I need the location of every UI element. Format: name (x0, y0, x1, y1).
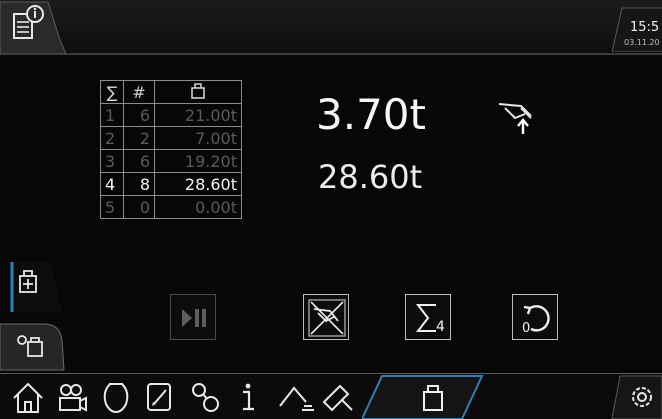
settings-icon (632, 387, 652, 407)
nav-edit[interactable] (140, 376, 180, 418)
sum-icon (415, 304, 436, 332)
row-index: 4 (100, 172, 124, 196)
row-load: 0.00t (154, 195, 242, 219)
nav-settings[interactable] (622, 376, 662, 418)
row-load: 28.60t (154, 172, 242, 196)
sum-button[interactable]: 4 (405, 294, 451, 340)
row-count: 2 (123, 126, 155, 150)
play-pause-icon (182, 309, 206, 327)
info-icon (243, 383, 254, 411)
table-row[interactable]: 2 2 7.00t (100, 126, 242, 150)
home-icon (13, 382, 43, 413)
row-load: 21.00t (154, 103, 242, 127)
reset-button[interactable]: 0 (512, 294, 558, 340)
hook-load-icon (498, 103, 532, 134)
table-header: ∑ # (100, 80, 242, 104)
add-weight-icon[interactable] (0, 262, 62, 312)
camera-icon (59, 384, 87, 412)
top-divider (0, 53, 662, 55)
sum-column-header: ∑ (100, 80, 124, 104)
play-pause-button[interactable] (170, 294, 216, 340)
row-index: 1 (100, 103, 124, 127)
clock-time: 15:5 (630, 20, 660, 35)
row-load: 19.20t (154, 149, 242, 173)
total-load-value: 28.60t (318, 158, 423, 196)
nav-gears[interactable] (186, 376, 226, 418)
row-count: 6 (123, 149, 155, 173)
table-row-active[interactable]: 4 8 28.60t (100, 172, 242, 196)
clock-date: 03.11.20 (624, 38, 660, 47)
reset-button-index: 0 (522, 321, 531, 336)
nav-weight[interactable] (414, 376, 454, 418)
gears-icon (192, 383, 219, 412)
bucket-icon (103, 383, 129, 414)
row-count: 0 (123, 195, 155, 219)
edit-icon (147, 383, 171, 411)
cancel-hook-button[interactable] (303, 294, 349, 340)
current-load-value: 3.70t (316, 90, 426, 139)
weight-icon (191, 83, 205, 99)
load-summary-table: ∑ # 1 6 21.00t 2 2 7.00t 3 6 19.20t 4 8 … (100, 80, 242, 219)
table-row[interactable]: 3 6 19.20t (100, 149, 242, 173)
info-document-icon[interactable] (0, 0, 66, 54)
nav-hammer[interactable] (318, 376, 358, 418)
row-count: 8 (123, 172, 155, 196)
weight-column-header (154, 80, 242, 104)
boom-icon (279, 386, 314, 411)
table-row[interactable]: 5 0 0.00t (100, 195, 242, 219)
row-count: 6 (123, 103, 155, 127)
nav-bucket[interactable] (96, 376, 136, 418)
weight-icon (423, 385, 443, 411)
nav-home[interactable] (8, 376, 48, 418)
row-index: 2 (100, 126, 124, 150)
cancel-hook-icon (308, 299, 346, 337)
row-index: 5 (100, 195, 124, 219)
reset-icon (523, 305, 550, 332)
nav-info[interactable] (228, 376, 268, 418)
row-index: 3 (100, 149, 124, 173)
count-column-header: # (123, 80, 155, 104)
tare-weight-icon[interactable] (0, 322, 66, 372)
nav-boom[interactable] (274, 376, 314, 418)
top-bar (0, 0, 662, 54)
hammer-icon (322, 384, 353, 412)
nav-camera[interactable] (52, 376, 92, 418)
row-load: 7.00t (154, 126, 242, 150)
table-row[interactable]: 1 6 21.00t (100, 103, 242, 127)
sum-button-index: 4 (436, 319, 445, 335)
